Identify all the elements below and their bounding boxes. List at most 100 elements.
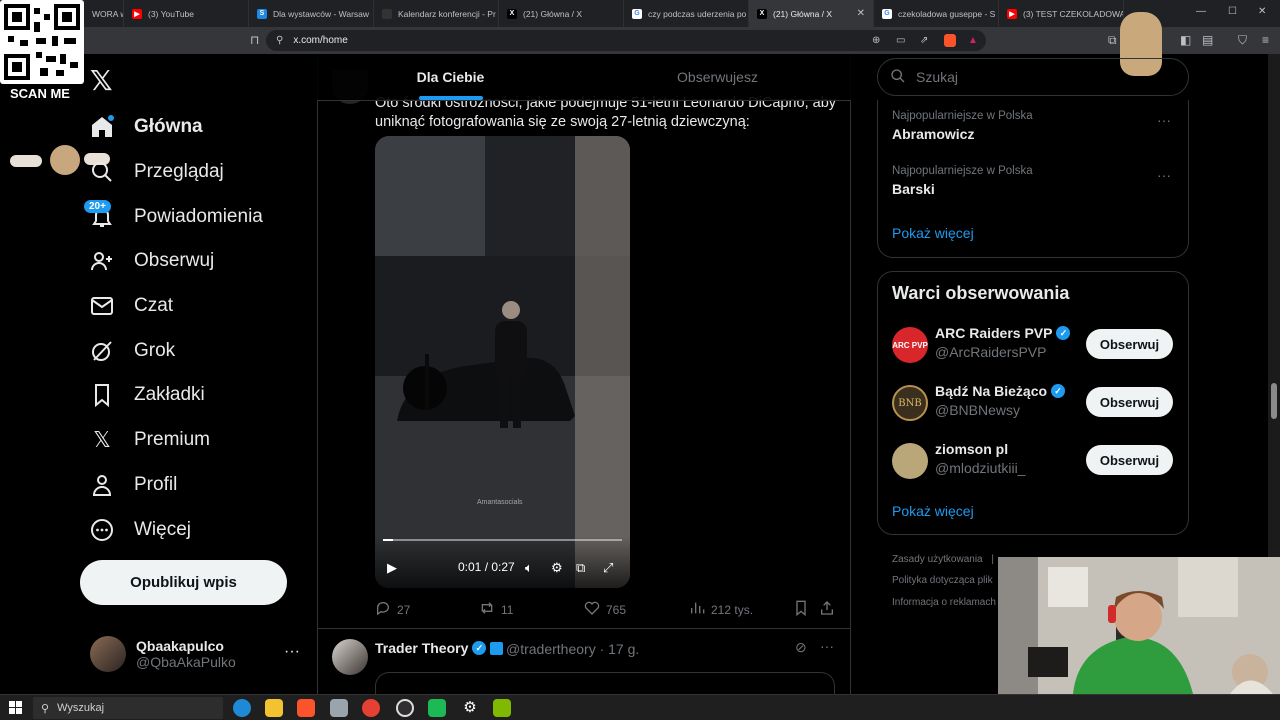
follow-button[interactable]: Obserwuj xyxy=(1086,329,1173,359)
nav-profile[interactable]: Profil xyxy=(88,465,177,505)
browser-tab-active[interactable]: X (21) Główna / X ✕ xyxy=(749,0,874,27)
settings-icon[interactable]: ⚙︎ xyxy=(551,560,563,576)
obs-icon[interactable] xyxy=(396,699,414,717)
minimize-icon[interactable]: — xyxy=(1196,6,1206,17)
browser-tab[interactable]: ▶ (3) TEST CZEKOLADOWA xyxy=(999,0,1124,27)
browser-tab[interactable]: G czekoladowa guseppe - S xyxy=(874,0,999,27)
reply-button[interactable]: 27 xyxy=(375,600,410,619)
address-bar-row: ⊓ ⚲ x.com/home ⊕ ▭ ⇗ ▲ ⧉ ◧ ▤ ⛉ ≡ xyxy=(0,27,1280,54)
trend-context: Najpopularniejsze w Polska xyxy=(892,165,1033,177)
browser-tab[interactable]: G czy podczas uderzenia po xyxy=(624,0,749,27)
bookmark-page-icon[interactable]: ⊓ xyxy=(250,33,259,47)
close-icon[interactable]: ✕ xyxy=(857,8,865,19)
browser-tab[interactable]: WORA w S xyxy=(84,0,124,27)
like-button[interactable]: 765 xyxy=(584,600,626,619)
menu-icon[interactable]: ≡ xyxy=(1262,33,1269,47)
video-progress-bar[interactable] xyxy=(383,539,622,541)
browser-tab[interactable]: S Dla wystawców - Warsaw xyxy=(249,0,374,27)
account-switcher[interactable]: Qbaakapulco @QbaAkaPulko xyxy=(90,636,236,672)
repost-button[interactable]: 11 xyxy=(479,600,513,619)
browser-tab[interactable]: Kalendarz konferencji - Pr xyxy=(374,0,499,27)
extensions-icon[interactable]: ⧉ xyxy=(1108,33,1117,48)
app-icon[interactable] xyxy=(493,699,511,717)
share-icon[interactable]: ⇗ xyxy=(920,35,928,46)
browser-tab[interactable]: X (21) Główna / X xyxy=(499,0,624,27)
footer-link[interactable]: Zasady użytkowania xyxy=(892,554,983,565)
footer-link[interactable]: Informacja o reklamach xyxy=(892,597,996,608)
search-input[interactable]: Szukaj xyxy=(877,58,1189,96)
chrome-icon[interactable] xyxy=(362,699,380,717)
edge-icon[interactable] xyxy=(233,699,251,717)
like-count: 765 xyxy=(606,602,627,617)
account-handle: @BNBNewsy xyxy=(935,402,1021,418)
fullscreen-icon[interactable]: ⤢ xyxy=(603,560,613,576)
nav-grok[interactable]: Grok xyxy=(88,331,175,371)
nav-bookmarks[interactable]: Zakładki xyxy=(88,375,205,415)
next-tweet-author[interactable]: Trader Theory ✓ xyxy=(375,640,504,656)
more-dots-icon[interactable]: ··· xyxy=(1157,112,1171,128)
grok-icon[interactable]: ⊘ xyxy=(795,639,807,656)
post-button[interactable]: Opublikuj wpis xyxy=(80,560,287,605)
scrollbar-thumb[interactable] xyxy=(1271,383,1277,419)
footer-link[interactable]: Polityka dotycząca plik xyxy=(892,575,993,586)
nav-more[interactable]: Więcej xyxy=(88,510,191,550)
nav-home[interactable]: Główna xyxy=(88,107,203,147)
taskbar-search[interactable]: ⚲ Wyszukaj xyxy=(33,697,223,719)
media-icon[interactable] xyxy=(428,699,446,717)
views-button[interactable]: 212 tys. xyxy=(689,600,753,619)
follow-button[interactable]: Obserwuj xyxy=(1086,387,1173,417)
nav-premium[interactable]: 𝕏 Premium xyxy=(88,420,210,460)
show-more-follow-link[interactable]: Pokaż więcej xyxy=(892,503,974,519)
windows-start-icon[interactable] xyxy=(9,701,22,714)
close-window-icon[interactable]: ✕ xyxy=(1258,6,1266,17)
trend-item[interactable]: Najpopularniejsze w Polska Barski xyxy=(892,165,1033,197)
brave-rewards-icon[interactable]: ▲ xyxy=(968,35,978,46)
tab-for-you[interactable]: Dla Ciebie xyxy=(317,54,584,100)
url-field[interactable]: ⚲ x.com/home ⊕ ▭ ⇗ ▲ xyxy=(266,30,986,51)
browser-tab[interactable]: ▶ (3) YouTube xyxy=(124,0,249,27)
show-more-trends-link[interactable]: Pokaż więcej xyxy=(892,225,974,241)
more-dots-icon[interactable]: ··· xyxy=(284,643,300,661)
trend-context: Najpopularniejsze w Polska xyxy=(892,110,1033,122)
video-player[interactable]: Amantasocials ▶ 0:01 / 0:27 🔈︎ ⚙︎ ⧉ ⤢ xyxy=(375,136,630,588)
bookmark-icon[interactable] xyxy=(793,600,809,621)
app-icon[interactable] xyxy=(330,699,348,717)
volume-icon[interactable]: 🔈︎ xyxy=(525,560,533,576)
share-icon[interactable] xyxy=(819,600,835,621)
maximize-icon[interactable]: ☐ xyxy=(1228,6,1237,17)
play-icon[interactable]: ▶ xyxy=(387,560,397,576)
nav-explore[interactable]: Przeglądaj xyxy=(88,152,224,192)
profile-name: Qbaakapulco xyxy=(136,638,224,654)
tweet-text-line: uniknąć fotografowania się ze swoją 27-l… xyxy=(375,114,750,130)
verified-badge-icon: ✓ xyxy=(472,641,487,655)
brave-shield-icon[interactable] xyxy=(944,34,956,47)
footer-separator: | xyxy=(991,554,994,565)
nav-follow[interactable]: Obserwuj xyxy=(88,241,214,281)
tab-title: Dla wystawców - Warsaw xyxy=(273,8,370,19)
account-handle: @mlodziutkiii_ xyxy=(935,460,1026,476)
start-tile xyxy=(16,701,22,707)
follow-button[interactable]: Obserwuj xyxy=(1086,445,1173,475)
more-dots-icon[interactable]: ··· xyxy=(820,638,834,654)
cast-icon[interactable]: ▭ xyxy=(896,35,905,46)
pip-icon[interactable]: ⧉ xyxy=(576,560,585,576)
file-explorer-icon[interactable] xyxy=(265,699,283,717)
site-info-icon[interactable]: ⚲ xyxy=(276,35,283,46)
more-dots-icon[interactable]: ··· xyxy=(1157,167,1171,183)
brave-icon[interactable] xyxy=(297,699,315,717)
trend-item[interactable]: Najpopularniejsze w Polska Abramowicz xyxy=(892,110,1033,142)
x-logo-icon[interactable]: 𝕏 xyxy=(90,64,113,97)
settings-icon[interactable]: ⚙︎ xyxy=(461,699,479,717)
vpn-icon[interactable]: ⛉ xyxy=(1238,33,1247,48)
nav-chat[interactable]: Czat xyxy=(88,286,173,326)
tab-following[interactable]: Obserwujesz xyxy=(584,54,851,100)
repost-icon xyxy=(479,600,495,619)
footer-links: Zasady użytkowania | xyxy=(892,554,994,565)
search-icon xyxy=(88,158,116,186)
sidebar-icon[interactable]: ◧ xyxy=(1180,33,1191,47)
screen: { "browser": { "tabs": [ {"title": "WORA… xyxy=(0,0,1280,720)
nav-notifications[interactable]: Powiadomienia xyxy=(88,197,263,237)
wallet-icon[interactable]: ▤ xyxy=(1202,33,1213,47)
tab-title: (3) TEST CZEKOLADOWA xyxy=(1023,8,1124,19)
zoom-icon[interactable]: ⊕ xyxy=(872,35,880,46)
